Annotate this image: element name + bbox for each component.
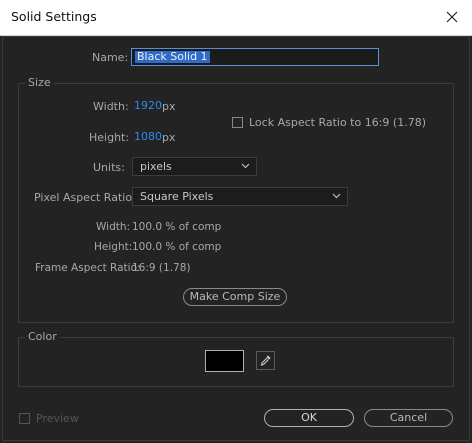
close-button[interactable]	[438, 4, 466, 30]
window-title: Solid Settings	[11, 9, 97, 24]
ok-label: OK	[301, 411, 317, 424]
color-swatch[interactable]	[205, 350, 244, 372]
width-unit: px	[162, 100, 176, 113]
make-comp-size-label: Make Comp Size	[189, 290, 281, 303]
preview-checkbox[interactable]	[19, 413, 30, 424]
height-value[interactable]: 1080	[134, 130, 162, 143]
name-input-value: Black Solid 1	[135, 50, 210, 63]
width-value[interactable]: 1920	[134, 99, 162, 112]
ok-button[interactable]: OK	[264, 409, 354, 427]
units-dropdown[interactable]: pixels	[132, 157, 257, 176]
eyedropper-button[interactable]	[256, 351, 275, 370]
frame-aspect-label: Frame Aspect Ratio:	[35, 262, 141, 274]
units-label: Units:	[93, 161, 125, 174]
pixel-aspect-dropdown-value: Square Pixels	[140, 190, 214, 203]
preview-label: Preview	[36, 412, 79, 425]
pct-height-value: 100.0 % of comp	[132, 241, 222, 253]
make-comp-size-button[interactable]: Make Comp Size	[183, 288, 287, 306]
chevron-down-icon	[241, 163, 250, 169]
cancel-button[interactable]: Cancel	[364, 409, 453, 427]
chevron-down-icon	[332, 193, 341, 199]
frame-aspect-value: 16:9 (1.78)	[132, 262, 191, 274]
pct-width-value: 100.0 % of comp	[132, 221, 222, 233]
pixel-aspect-dropdown[interactable]: Square Pixels	[132, 187, 348, 206]
pct-width-label: Width:	[96, 221, 131, 233]
eyedropper-icon	[260, 355, 271, 366]
size-group-title: Size	[25, 76, 54, 89]
height-unit: px	[162, 131, 176, 144]
name-input[interactable]: Black Solid 1	[131, 48, 379, 66]
pixel-aspect-label: Pixel Aspect Ratio:	[34, 191, 136, 204]
width-label: Width:	[93, 100, 129, 113]
height-label: Height:	[89, 131, 130, 144]
name-label: Name:	[92, 51, 129, 64]
lock-aspect-checkbox[interactable]	[232, 117, 243, 128]
units-dropdown-value: pixels	[140, 160, 172, 173]
title-bar: Solid Settings	[0, 0, 472, 36]
cancel-label: Cancel	[389, 411, 428, 424]
pct-height-label: Height:	[94, 241, 133, 253]
color-group-title: Color	[25, 330, 60, 343]
close-icon	[446, 11, 458, 23]
lock-aspect-label: Lock Aspect Ratio to 16:9 (1.78)	[249, 116, 426, 129]
